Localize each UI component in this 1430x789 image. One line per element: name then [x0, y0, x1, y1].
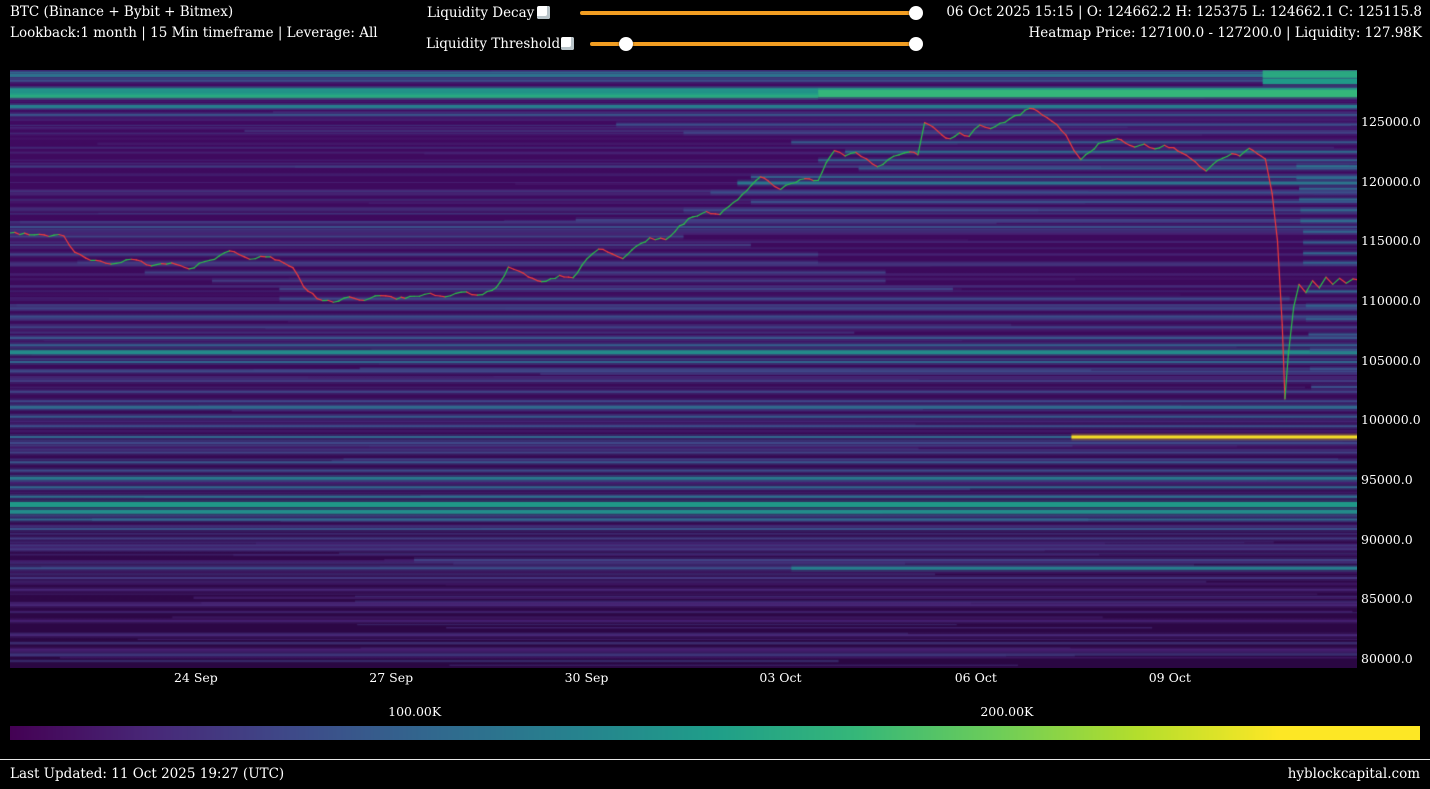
liquidity-threshold-label: Liquidity Threshold	[426, 36, 560, 52]
price-axis-label: 125000.0	[1361, 114, 1421, 129]
liquidity-heatmap-canvas[interactable]	[10, 70, 1357, 668]
liquidity-decay-label: Liquidity Decay	[427, 5, 534, 21]
price-axis: 125000.0 120000.0 115000.0 110000.0 105000.0…	[1361, 70, 1430, 668]
footer-divider	[0, 759, 1430, 760]
liquidity-decay-slider-knob[interactable]	[909, 6, 923, 20]
heatmap-price-readout: Heatmap Price: 127100.0 - 127200.0 | Liq…	[1029, 25, 1422, 41]
time-axis: 24 Sep 27 Sep 30 Sep 03 Oct 06 Oct 09 Oct	[10, 670, 1357, 688]
liquidity-threshold-icon[interactable]	[561, 37, 574, 50]
time-axis-label: 24 Sep	[174, 670, 218, 685]
liquidity-decay-slider-track[interactable]	[580, 11, 916, 15]
site-name: hyblockcapital.com	[1288, 766, 1420, 782]
colorbar-tick-labels: 100.00K 200.00K	[10, 704, 1420, 720]
last-updated-text: Last Updated: 11 Oct 2025 19:27 (UTC)	[10, 766, 284, 782]
price-axis-label: 105000.0	[1361, 353, 1421, 368]
colorbar-tick-label: 100.00K	[388, 704, 441, 719]
liquidity-decay-icon[interactable]	[537, 6, 550, 19]
liquidity-threshold-slider-knob-low[interactable]	[619, 37, 633, 51]
ohlc-readout: 06 Oct 2025 15:15 | O: 124662.2 H: 12537…	[946, 4, 1422, 20]
liquidity-threshold-slider-track[interactable]	[590, 42, 916, 46]
symbol-title: BTC (Binance + Bybit + Bitmex)	[10, 4, 233, 20]
time-axis-label: 09 Oct	[1149, 670, 1191, 685]
price-axis-label: 90000.0	[1361, 532, 1413, 547]
liquidity-colorbar	[10, 726, 1420, 740]
time-axis-label: 03 Oct	[759, 670, 801, 685]
lookback-settings: Lookback:1 month | 15 Min timeframe | Le…	[10, 25, 378, 41]
time-axis-label: 06 Oct	[955, 670, 997, 685]
price-axis-label: 115000.0	[1361, 233, 1421, 248]
price-axis-label: 110000.0	[1361, 293, 1421, 308]
time-axis-label: 30 Sep	[565, 670, 609, 685]
liquidity-threshold-slider-knob-high[interactable]	[909, 37, 923, 51]
colorbar-tick-label: 200.00K	[980, 704, 1033, 719]
price-axis-label: 85000.0	[1361, 591, 1413, 606]
price-axis-label: 120000.0	[1361, 174, 1421, 189]
price-axis-label: 80000.0	[1361, 651, 1413, 666]
price-axis-label: 95000.0	[1361, 472, 1413, 487]
time-axis-label: 27 Sep	[369, 670, 413, 685]
price-axis-label: 100000.0	[1361, 412, 1421, 427]
